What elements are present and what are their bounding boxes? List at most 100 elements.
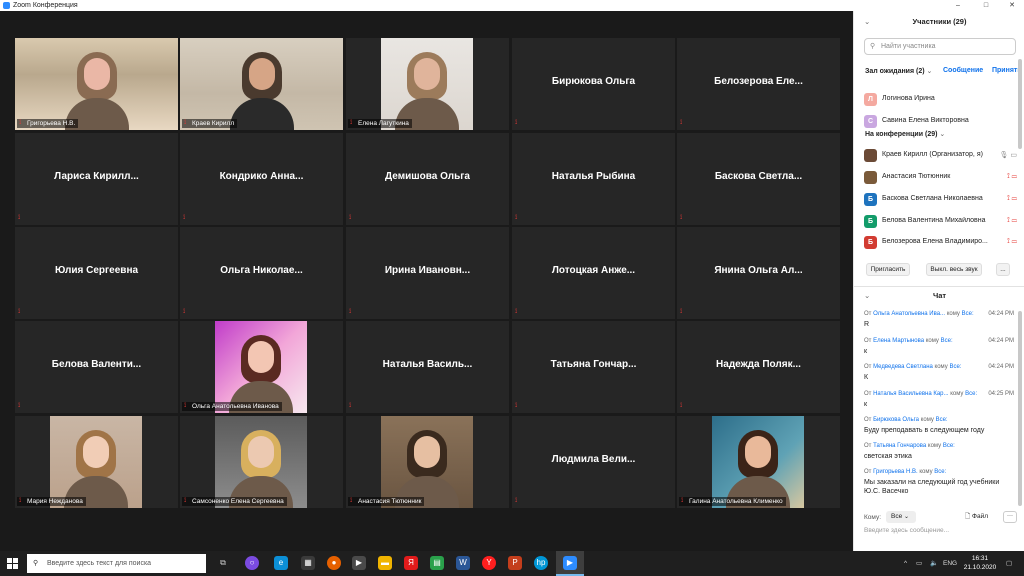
- participant-name-label: ⟟ Краев Кирилл: [182, 119, 238, 128]
- waiting-room-item[interactable]: С Савина Елена Викторовна: [864, 112, 1019, 132]
- participant-tile[interactable]: ⟟ Краев Кирилл: [180, 38, 343, 130]
- mic-muted-icon[interactable]: ⟟: [1007, 195, 1010, 202]
- participant-list-item[interactable]: Б Баскова Светлана Николаевна ⟟ ▭: [864, 190, 1019, 210]
- participant-name-label: ⟟ Григорьева Н.В.: [17, 119, 79, 128]
- chat-message-meta: От Наталья Васильевна Кар... кому Все: 04…: [864, 391, 1014, 397]
- windows-start-icon[interactable]: [7, 558, 18, 569]
- chat-sender[interactable]: Медведева Светлана: [873, 364, 933, 370]
- chat-sender[interactable]: Григорьева Н.В.: [873, 469, 918, 475]
- waiting-room-label[interactable]: Зал ожидания (2) ⌄: [865, 67, 932, 75]
- mic-muted-icon: ⟟: [184, 120, 187, 127]
- participant-search-input[interactable]: ⚲ Найти участника: [864, 38, 1016, 55]
- participants-scrollbar[interactable]: [1018, 59, 1022, 149]
- participant-tile[interactable]: Демишова Ольга ⟟: [346, 133, 509, 225]
- participant-tile[interactable]: Белозерова Еле... ⟟: [677, 38, 840, 130]
- participant-tile[interactable]: Янина Ольга Ал... ⟟: [677, 227, 840, 319]
- camera-off-icon[interactable]: ▭: [1012, 238, 1017, 245]
- language-indicator[interactable]: ENG: [943, 551, 957, 576]
- mic-muted-icon[interactable]: ⟟: [1007, 217, 1010, 224]
- hp-icon[interactable]: hp: [534, 556, 548, 570]
- mic-muted-icon[interactable]: ⟟: [1007, 173, 1010, 180]
- task-view-icon[interactable]: ⧉: [216, 556, 230, 570]
- participant-tile[interactable]: Баскова Светла... ⟟: [677, 133, 840, 225]
- more-button[interactable]: ...: [996, 263, 1010, 276]
- participant-list-item[interactable]: Краев Кирилл (Организатор, я) 🎙 ▭: [864, 146, 1019, 166]
- chat-more-button[interactable]: ···: [1003, 511, 1017, 523]
- cortana-icon[interactable]: ○: [245, 556, 259, 570]
- participant-tile[interactable]: ⟟ Галина Анатольевна Клименко: [677, 416, 840, 508]
- zoom-taskbar-button[interactable]: ▶: [556, 551, 584, 576]
- tray-chevron-icon[interactable]: ^: [904, 551, 907, 576]
- message-all-link[interactable]: Сообщение: [943, 67, 983, 74]
- chat-sender[interactable]: Елена Мартынова: [873, 338, 924, 344]
- collapse-chevron-icon[interactable]: ⌄: [864, 11, 870, 33]
- participant-tile[interactable]: Наталья Рыбина ⟟: [512, 133, 675, 225]
- participant-tile[interactable]: Белова Валенти... ⟟: [15, 321, 178, 413]
- participant-name-large: Лариса Кирилл...: [54, 171, 139, 182]
- participant-tile[interactable]: Бирюкова Ольга ⟟: [512, 38, 675, 130]
- participant-list-item[interactable]: Б Белозерова Елена Владимиро... ⟟ ▭: [864, 233, 1019, 253]
- camera-off-icon[interactable]: ▭: [1012, 195, 1017, 202]
- participant-tile[interactable]: ⟟ Григорьева Н.В.: [15, 38, 178, 130]
- participant-tile[interactable]: Надежда Поляк... ⟟: [677, 321, 840, 413]
- camera-icon[interactable]: ▭: [1010, 152, 1017, 159]
- maximize-button[interactable]: □: [974, 0, 998, 11]
- participant-tile[interactable]: Ирина Ивановн... ⟟: [346, 227, 509, 319]
- participant-video: [712, 416, 804, 508]
- participant-video: [215, 321, 307, 413]
- to-word: кому: [919, 469, 933, 475]
- explorer-icon[interactable]: ▬: [378, 556, 392, 570]
- waiting-room-item[interactable]: Л Логинова Ирина: [864, 90, 1019, 110]
- participant-tile[interactable]: Людмила Вели... ⟟: [512, 416, 675, 508]
- clock[interactable]: 16:31 21.10.2020: [962, 554, 998, 572]
- notifications-icon[interactable]: ▢: [1006, 551, 1012, 576]
- participant-tile[interactable]: Кондрико Анна... ⟟: [180, 133, 343, 225]
- mic-muted-icon[interactable]: ⟟: [1007, 238, 1010, 245]
- chat-sender[interactable]: Татьяна Гончарова: [873, 443, 926, 449]
- mute-all-button[interactable]: Выкл. весь звук: [926, 263, 982, 276]
- participant-tile[interactable]: ⟟ Ольга Анатольевна Иванова: [180, 321, 343, 413]
- invite-button[interactable]: Пригласить: [866, 263, 910, 276]
- chat-input[interactable]: Введите здесь сообщение...: [864, 527, 949, 534]
- participant-tile[interactable]: Юлия Сергеевна ⟟: [15, 227, 178, 319]
- participant-tile[interactable]: ⟟ Елена Лагуткина: [346, 38, 509, 130]
- volume-icon[interactable]: 🔈: [930, 551, 938, 576]
- participant-tile[interactable]: ⟟ Мария Нежданова: [15, 416, 178, 508]
- chat-sender[interactable]: Бирюкова Ольга: [873, 417, 919, 423]
- participant-tile[interactable]: Лариса Кирилл... ⟟: [15, 133, 178, 225]
- collapse-chevron-icon[interactable]: ⌄: [864, 285, 870, 307]
- participant-video: [215, 416, 307, 508]
- taskbar-search-input[interactable]: ⚲ Введите здесь текст для поиска: [27, 554, 206, 573]
- media-icon[interactable]: ▶: [352, 556, 366, 570]
- microphone-icon[interactable]: 🎙: [1000, 152, 1009, 159]
- mic-muted-icon: ⟟: [18, 309, 21, 315]
- participant-tile[interactable]: Наталья Василь... ⟟: [346, 321, 509, 413]
- file-button[interactable]: 🗋 Файл: [965, 512, 988, 523]
- store-icon[interactable]: ▦: [301, 556, 315, 570]
- word-icon[interactable]: W: [456, 556, 470, 570]
- edge-icon[interactable]: e: [274, 556, 288, 570]
- participant-tile[interactable]: Татьяна Гончар... ⟟: [512, 321, 675, 413]
- network-icon[interactable]: ▭: [916, 551, 922, 576]
- camera-off-icon[interactable]: ▭: [1012, 173, 1017, 180]
- recipient-select[interactable]: Все ⌄: [886, 511, 916, 523]
- participant-list-item[interactable]: Б Белова Валентина Михайловна ⟟ ▭: [864, 212, 1019, 232]
- firefox-icon[interactable]: ●: [327, 556, 341, 570]
- in-meeting-label[interactable]: На конференции (29) ⌄: [865, 130, 945, 138]
- participant-list-item[interactable]: Анастасия Тютюнник ⟟ ▭: [864, 168, 1019, 188]
- minimize-button[interactable]: –: [946, 0, 970, 11]
- participant-tile[interactable]: ⟟ Самсоненко Елена Сергеевна: [180, 416, 343, 508]
- camera-off-icon[interactable]: ▭: [1012, 217, 1017, 224]
- participant-tile[interactable]: ⟟ Анастасия Тютюнник: [346, 416, 509, 508]
- participant-name-large: Кондрико Анна...: [219, 171, 304, 182]
- yandex-icon[interactable]: Я: [404, 556, 418, 570]
- close-button[interactable]: ✕: [1000, 0, 1024, 11]
- participant-tile[interactable]: Лотоцкая Анже... ⟟: [512, 227, 675, 319]
- chat-scrollbar[interactable]: [1018, 311, 1022, 506]
- chat-sender[interactable]: Наталья Васильевна Кар...: [873, 391, 948, 397]
- chat-sender[interactable]: Ольга Анатольевна Ива...: [873, 311, 945, 317]
- calendar-icon[interactable]: ▤: [430, 556, 444, 570]
- yandex-browser-icon[interactable]: Y: [482, 556, 496, 570]
- participant-tile[interactable]: Ольга Николае... ⟟: [180, 227, 343, 319]
- powerpoint-icon[interactable]: P: [508, 556, 522, 570]
